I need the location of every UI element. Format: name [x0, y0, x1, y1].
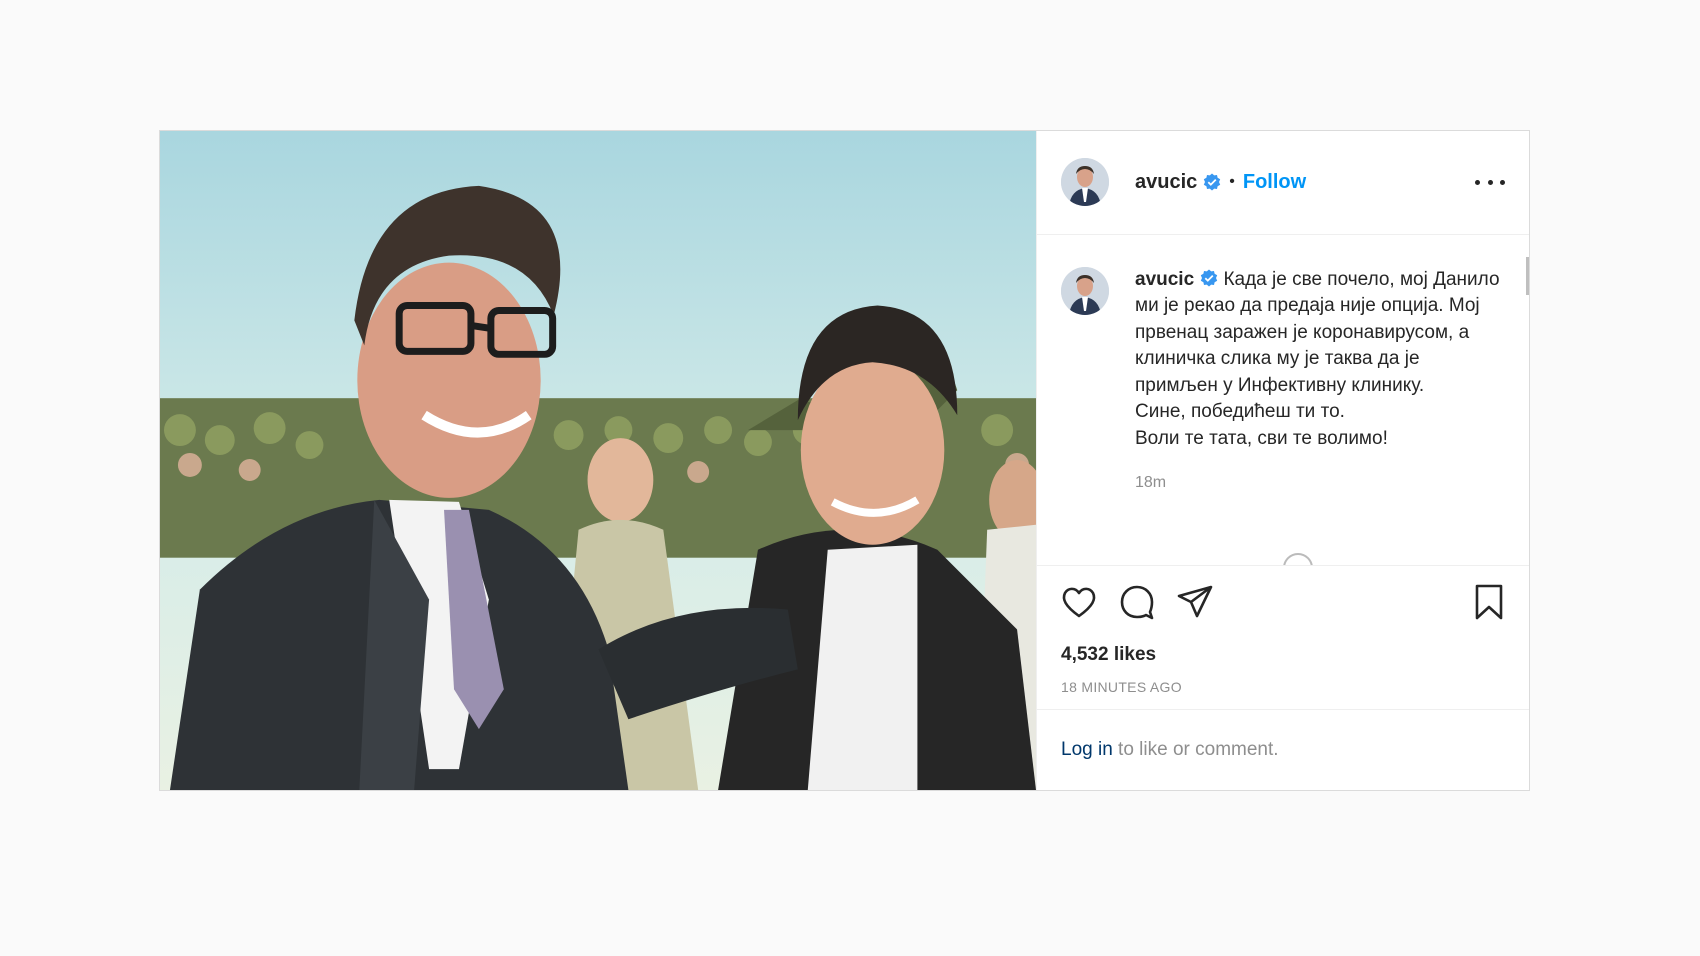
avatar-image	[1061, 158, 1109, 207]
caption-username[interactable]: avucic	[1135, 269, 1194, 290]
action-bar	[1037, 566, 1529, 638]
more-options-icon[interactable]	[1475, 172, 1505, 192]
paper-plane-icon[interactable]	[1175, 582, 1215, 622]
caption-verified-badge-icon	[1200, 269, 1218, 287]
comment-icon[interactable]	[1117, 582, 1157, 622]
caption: avucic Када је све почело, мој Данило ми…	[1061, 266, 1505, 497]
header-username[interactable]: avucic	[1135, 171, 1197, 194]
instagram-post-embed: avucic • Follow avucic Када је све почел…	[159, 130, 1530, 791]
post-sidebar: avucic • Follow avucic Када је све почел…	[1036, 131, 1529, 790]
verified-badge-icon	[1204, 173, 1221, 191]
login-suffix: to like or comment.	[1112, 739, 1279, 760]
post-photo[interactable]	[160, 131, 1036, 790]
caption-avatar[interactable]	[1061, 266, 1109, 315]
next-comment-avatar	[1283, 552, 1313, 565]
caption-avatar-image	[1061, 266, 1109, 315]
separator-dot: •	[1229, 173, 1235, 191]
caption-text: Када је све почело, мој Данило ми је рек…	[1135, 268, 1500, 449]
login-link[interactable]: Log in	[1061, 739, 1113, 760]
like-count[interactable]: 4,532 likes	[1037, 638, 1529, 672]
comments-section[interactable]: avucic Када је све почело, мој Данило ми…	[1037, 235, 1529, 566]
post-header: avucic • Follow	[1037, 131, 1529, 235]
scrollbar[interactable]	[1526, 256, 1529, 295]
post-timestamp[interactable]: 18 MINUTES AGO	[1037, 672, 1529, 710]
bookmark-icon[interactable]	[1469, 582, 1509, 622]
login-prompt: Log in to like or comment.	[1037, 710, 1529, 790]
heart-icon[interactable]	[1059, 582, 1099, 622]
avatar[interactable]	[1061, 158, 1109, 207]
follow-button[interactable]: Follow	[1243, 171, 1306, 194]
caption-body: avucic Када је све почело, мој Данило ми…	[1135, 267, 1505, 497]
post-photo-illustration	[160, 131, 1036, 790]
caption-age[interactable]: 18m	[1135, 470, 1505, 497]
